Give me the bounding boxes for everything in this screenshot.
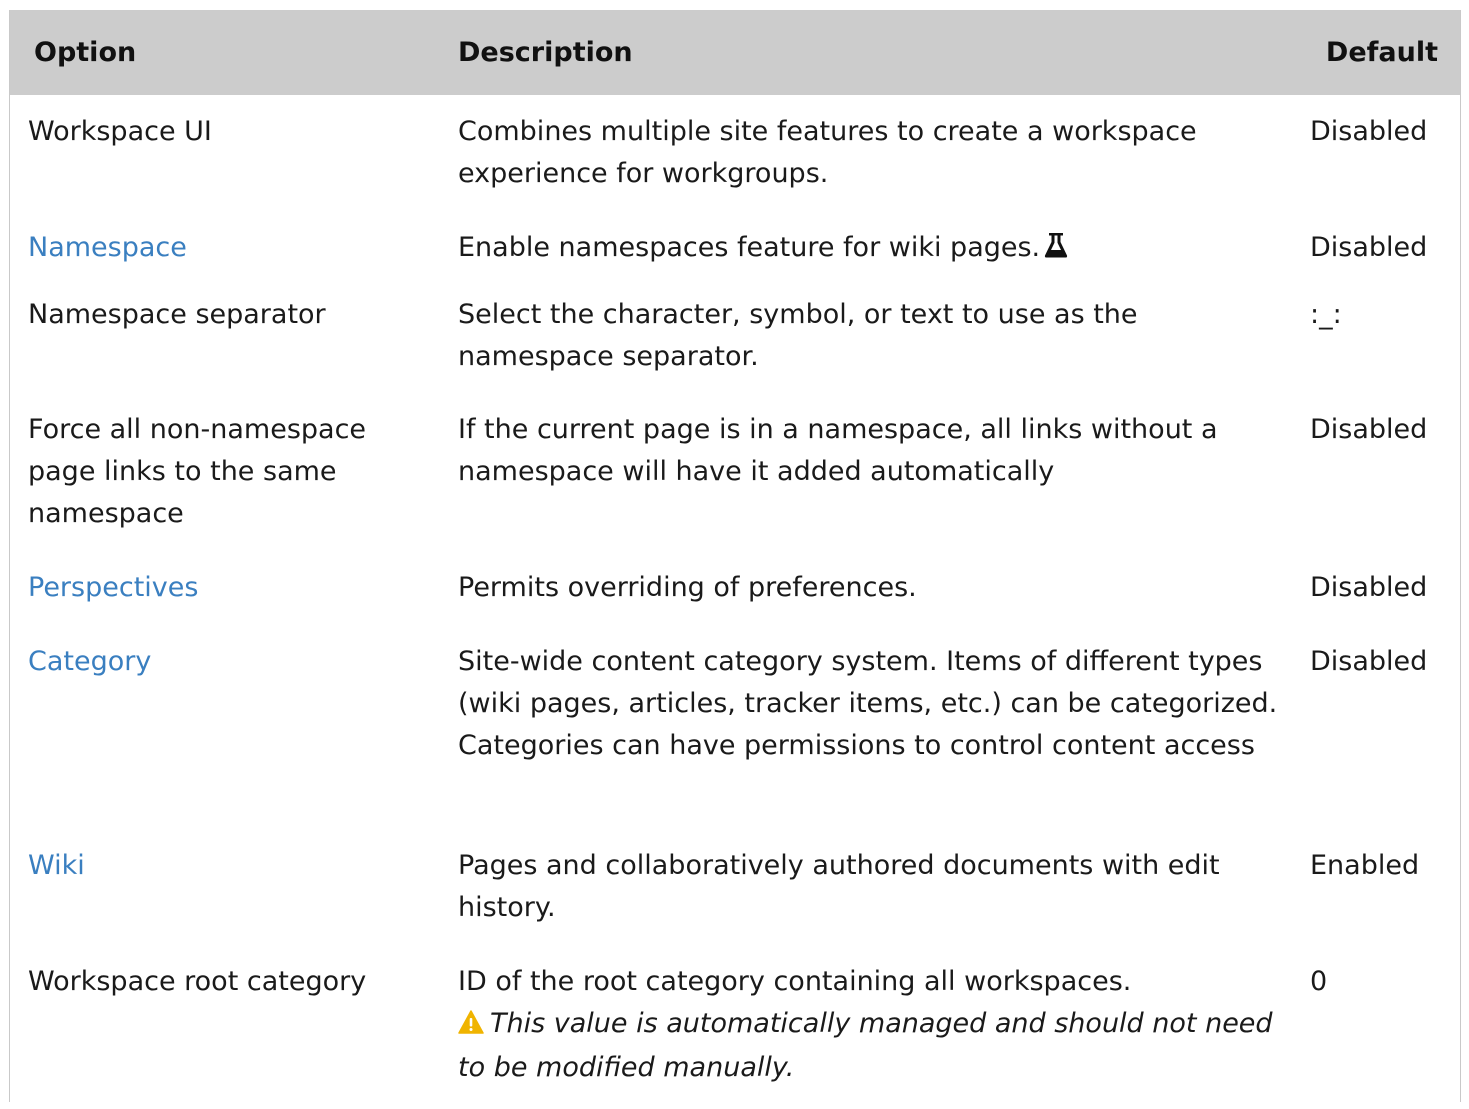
- table-row: Perspectives Permits overriding of prefe…: [10, 559, 1460, 633]
- wiki-link[interactable]: Wiki: [28, 850, 85, 881]
- option-label: Force all non-namespace page links to th…: [28, 414, 367, 529]
- preferences-table: Option Description Default Workspace UI …: [10, 10, 1460, 1109]
- description-cell: If the current page is in a namespace, a…: [444, 401, 1300, 559]
- option-cell: Namespace: [10, 211, 444, 286]
- namespace-link[interactable]: Namespace: [28, 232, 187, 263]
- description-cell: ID of the root category containing all w…: [444, 949, 1300, 1109]
- description-text: Enable namespaces feature for wiki pages…: [458, 232, 1041, 263]
- default-cell: Disabled: [1300, 211, 1460, 286]
- preferences-table-container: Option Description Default Workspace UI …: [9, 10, 1461, 1102]
- default-value: Disabled: [1310, 572, 1428, 603]
- description-cell: Site-wide content category system. Items…: [444, 633, 1300, 833]
- option-label: Workspace root category: [28, 966, 367, 997]
- table-row: Force all non-namespace page links to th…: [10, 401, 1460, 559]
- warning-note: This value is automatically managed and …: [458, 1003, 1290, 1089]
- option-cell: Namespace separator: [10, 286, 444, 401]
- option-label: Workspace UI: [28, 116, 212, 147]
- description-text: Site-wide content category system. Items…: [458, 646, 1278, 761]
- option-cell: Category: [10, 633, 444, 833]
- description-cell: Combines multiple site features to creat…: [444, 95, 1300, 211]
- description-cell: Enable namespaces feature for wiki pages…: [444, 211, 1300, 286]
- table-row: Namespace Enable namespaces feature for …: [10, 211, 1460, 286]
- default-value: Disabled: [1310, 232, 1428, 263]
- header-description[interactable]: Description: [444, 10, 1300, 95]
- option-cell: Perspectives: [10, 559, 444, 633]
- default-value: Disabled: [1310, 646, 1428, 677]
- description-text: Permits overriding of preferences.: [458, 572, 917, 603]
- option-label: Namespace separator: [28, 299, 326, 330]
- default-cell: :_:: [1300, 286, 1460, 401]
- description-text: Select the character, symbol, or text to…: [458, 299, 1138, 372]
- description-cell: Pages and collaboratively authored docum…: [444, 833, 1300, 949]
- default-cell: Disabled: [1300, 95, 1460, 211]
- category-link[interactable]: Category: [28, 646, 151, 677]
- warning-note-text: This value is automatically managed and …: [458, 1008, 1273, 1083]
- flask-icon: [1044, 230, 1068, 272]
- default-cell: Disabled: [1300, 633, 1460, 833]
- description-cell: Permits overriding of preferences.: [444, 559, 1300, 633]
- table-header-row: Option Description Default: [10, 10, 1460, 95]
- default-cell: Disabled: [1300, 401, 1460, 559]
- table-row: Wiki Pages and collaboratively authored …: [10, 833, 1460, 949]
- header-default[interactable]: Default: [1300, 10, 1460, 95]
- option-cell: Workspace UI: [10, 95, 444, 211]
- perspectives-link[interactable]: Perspectives: [28, 572, 198, 603]
- table-row: Category Site-wide content category syst…: [10, 633, 1460, 833]
- default-value: 0: [1310, 966, 1328, 997]
- warning-icon: [458, 1005, 484, 1047]
- option-cell: Workspace root category: [10, 949, 444, 1109]
- default-cell: Disabled: [1300, 559, 1460, 633]
- default-value: Disabled: [1310, 116, 1428, 147]
- default-cell: Enabled: [1300, 833, 1460, 949]
- table-row: Workspace root category ID of the root c…: [10, 949, 1460, 1109]
- default-value: :_:: [1310, 299, 1342, 330]
- default-cell: 0: [1300, 949, 1460, 1109]
- table-row: Namespace separator Select the character…: [10, 286, 1460, 401]
- description-text: Pages and collaboratively authored docum…: [458, 850, 1220, 923]
- description-text: If the current page is in a namespace, a…: [458, 414, 1218, 487]
- description-text: Combines multiple site features to creat…: [458, 116, 1197, 189]
- default-value: Enabled: [1310, 850, 1420, 881]
- table-row: Workspace UI Combines multiple site feat…: [10, 95, 1460, 211]
- default-value: Disabled: [1310, 414, 1428, 445]
- description-text: ID of the root category containing all w…: [458, 966, 1132, 997]
- option-cell: Wiki: [10, 833, 444, 949]
- option-cell: Force all non-namespace page links to th…: [10, 401, 444, 559]
- description-cell: Select the character, symbol, or text to…: [444, 286, 1300, 401]
- header-option[interactable]: Option: [10, 10, 444, 95]
